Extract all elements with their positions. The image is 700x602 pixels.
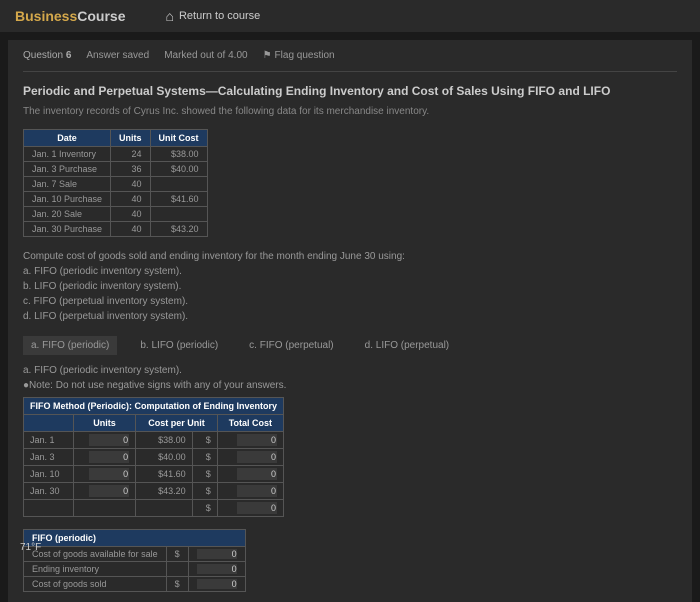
fifo-computation-table: FIFO Method (Periodic): Computation of E… (23, 397, 284, 517)
cogs-available-input[interactable] (197, 549, 237, 559)
table-row: Jan. 7 Sale40 (24, 177, 208, 192)
col-cost: Unit Cost (150, 130, 207, 147)
units-input[interactable] (89, 485, 129, 497)
table-row: Jan. 3 Purchase36$40.00 (24, 162, 208, 177)
units-input[interactable] (89, 468, 129, 480)
table-row: Cost of goods sold$ (24, 577, 246, 592)
ending-inventory-input[interactable] (197, 564, 237, 574)
question-bar: Question 6 Answer saved Marked out of 4.… (23, 50, 677, 72)
compute-instructions: Compute cost of goods sold and ending in… (23, 249, 677, 324)
units-input[interactable] (89, 434, 129, 446)
table-row: Jan. 10 Purchase40$41.60 (24, 192, 208, 207)
table-row: Jan. 30$43.20$ (24, 483, 284, 500)
total-input[interactable] (237, 468, 277, 480)
table-row: $ (24, 500, 284, 517)
description: The inventory records of Cyrus Inc. show… (23, 106, 677, 117)
logo: BusinessCourse (15, 8, 125, 24)
flag-icon (263, 50, 275, 61)
table-row: Jan. 20 Sale40 (24, 207, 208, 222)
summary-header: FIFO (periodic) (24, 530, 246, 547)
table-row: Cost of goods available for sale$ (24, 547, 246, 562)
table-row: Jan. 1 Inventory24$38.00 (24, 147, 208, 162)
flag-question-link[interactable]: Flag question (263, 50, 335, 61)
return-to-course-link[interactable]: Return to course (165, 8, 260, 24)
col-units: Units (111, 130, 151, 147)
total-input[interactable] (237, 451, 277, 463)
table-row: Jan. 3$40.00$ (24, 449, 284, 466)
method-tabs: a. FIFO (periodic) b. LIFO (periodic) c.… (23, 336, 677, 355)
question-number: Question 6 (23, 50, 71, 61)
tab-lifo-periodic[interactable]: b. LIFO (periodic) (132, 336, 226, 355)
tab-fifo-periodic[interactable]: a. FIFO (periodic) (23, 336, 117, 355)
inventory-table: Date Units Unit Cost Jan. 1 Inventory24$… (23, 129, 208, 237)
table-row: Ending inventory (24, 562, 246, 577)
total-input[interactable] (237, 434, 277, 446)
total-input[interactable] (237, 485, 277, 497)
page-title: Periodic and Perpetual Systems—Calculati… (23, 84, 677, 98)
tab-fifo-perpetual[interactable]: c. FIFO (perpetual) (241, 336, 341, 355)
tab-lifo-perpetual[interactable]: d. LIFO (perpetual) (357, 336, 457, 355)
cogs-sold-input[interactable] (197, 579, 237, 589)
fifo-table-header: FIFO Method (Periodic): Computation of E… (24, 398, 284, 415)
table-row: Jan. 1$38.00$ (24, 432, 284, 449)
note: ●Note: Do not use negative signs with an… (23, 380, 677, 391)
grand-total-input[interactable] (237, 502, 277, 514)
table-row: Jan. 30 Purchase40$43.20 (24, 222, 208, 237)
table-row: Jan. 10$41.60$ (24, 466, 284, 483)
col-date: Date (24, 130, 111, 147)
home-icon (165, 8, 173, 24)
units-input[interactable] (89, 451, 129, 463)
answer-status: Answer saved (86, 50, 149, 61)
marked-out-of: Marked out of 4.00 (164, 50, 247, 61)
taskbar-temperature: 71°F (20, 542, 41, 553)
section-subtitle: a. FIFO (periodic inventory system). (23, 365, 677, 376)
